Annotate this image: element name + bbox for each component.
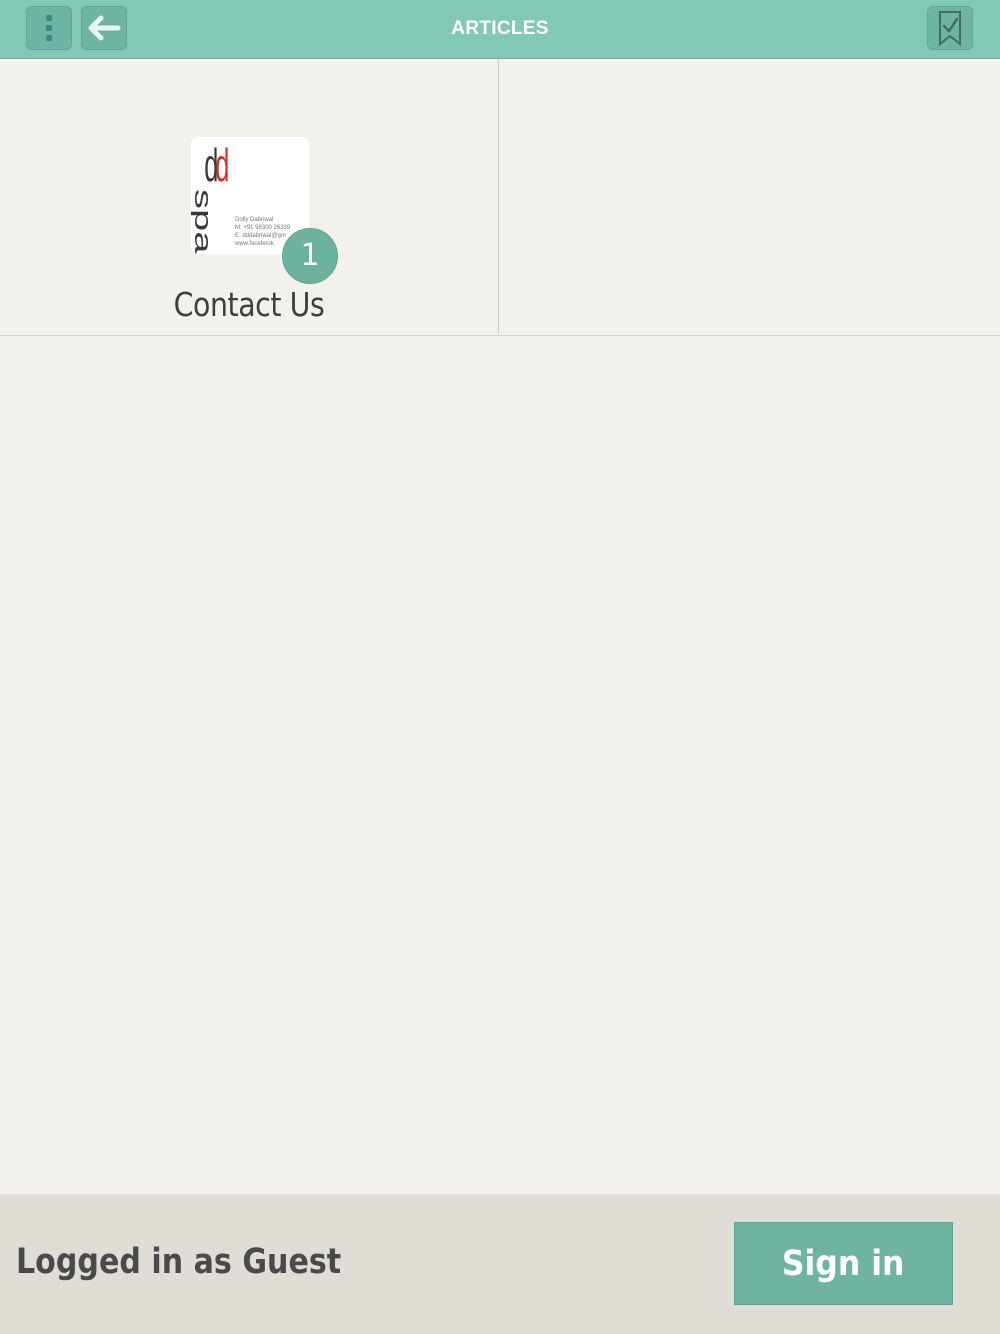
- page-title: ARTICLES: [451, 18, 549, 39]
- footer-bar: Logged in as Guest Sign in: [0, 1194, 1000, 1334]
- svg-text:M: +91 98300 26339: M: +91 98300 26339: [235, 225, 291, 231]
- svg-text:E: dddabriwal@gm: E: dddabriwal@gm: [235, 233, 286, 239]
- svg-text:Dolly Dabriwal: Dolly Dabriwal: [235, 217, 273, 223]
- svg-text:d: d: [215, 139, 229, 191]
- sign-in-label: Sign in: [782, 1243, 905, 1284]
- bookmark-button[interactable]: [927, 6, 973, 50]
- article-grid: d d space Dolly Dabriwal M: +91 98300 26…: [0, 59, 1000, 336]
- article-count-badge: 1: [282, 228, 338, 284]
- bookmark-check-icon: [937, 10, 963, 46]
- article-label: Contact Us: [173, 285, 325, 324]
- grid-divider: [498, 59, 499, 334]
- svg-text:www.facebook.: www.facebook.: [234, 241, 276, 247]
- top-bar: ARTICLES: [0, 0, 1000, 59]
- login-status: Logged in as Guest: [16, 1242, 342, 1282]
- sign-in-button[interactable]: Sign in: [734, 1222, 953, 1305]
- article-tile-contact-us[interactable]: d d space Dolly Dabriwal M: +91 98300 26…: [0, 59, 498, 334]
- svg-text:space: space: [191, 189, 217, 254]
